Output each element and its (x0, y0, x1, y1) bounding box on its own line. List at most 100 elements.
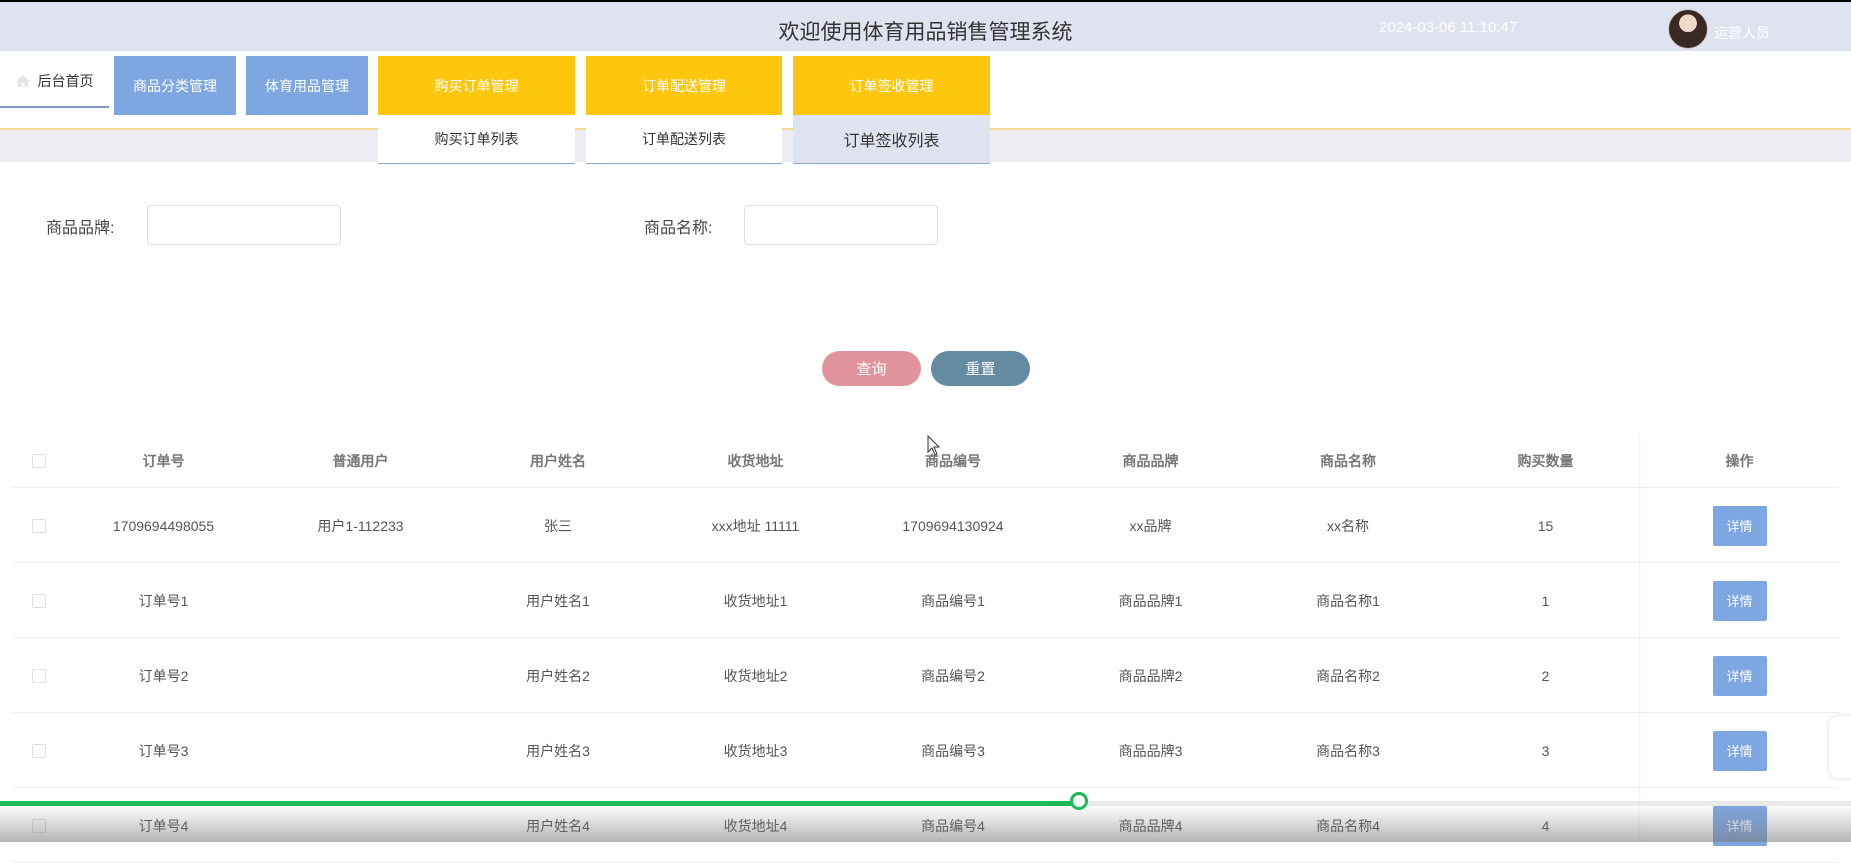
header-quantity: 购买数量 (1517, 453, 1574, 469)
col-actions: 详情 (1640, 638, 1839, 713)
col-product-no: 商品编号1 (921, 592, 985, 609)
col-quantity: 2 (1541, 667, 1550, 684)
col-product-no: 商品编号4 (921, 817, 985, 834)
col-user-name: 用户姓名2 (526, 667, 590, 684)
row-checkbox[interactable] (32, 818, 46, 833)
col-product-name: xx名称 (1327, 517, 1369, 534)
col-actions: 详情 (1640, 713, 1839, 788)
table-row: 订单号2 用户姓名2 收货地址2 商品编号2 商品品牌2 商品名称2 2 详情 (13, 638, 1839, 713)
col-brand: 商品品牌3 (1118, 742, 1183, 759)
col-actions: 详情 (1640, 788, 1839, 863)
current-datetime: 2024-03-06 11:10:47 (1379, 19, 1518, 36)
subnav-purchase-order-list[interactable]: 购买订单列表 (378, 115, 575, 164)
col-brand: xx品牌 (1129, 517, 1172, 534)
header-user-name: 用户姓名 (530, 453, 586, 469)
progress-bar[interactable] (0, 792, 1851, 810)
header-address: 收货地址 (727, 453, 784, 469)
progress-knob[interactable] (1070, 792, 1089, 810)
table-row: 1709694498055 用户1-112233 张三 xxx地址 11111 1709… (13, 488, 1839, 563)
select-all-cell (13, 434, 65, 488)
row-select-cell (13, 788, 65, 863)
col-quantity: 1 (1541, 592, 1550, 609)
header-product-no: 商品编号 (925, 453, 981, 469)
nav-receipt-management[interactable]: 订单签收管理 (793, 56, 990, 115)
col-product-no: 商品编号3 (921, 742, 985, 759)
header-product-name: 商品名称 (1320, 453, 1376, 469)
fixed-column-shadow (1639, 434, 1641, 842)
col-user (262, 563, 459, 638)
col-address: xxx地址 11111 (711, 517, 800, 534)
row-select-cell (13, 638, 65, 713)
detail-button[interactable]: 详情 (1712, 505, 1767, 546)
col-quantity: 15 (1537, 517, 1554, 534)
subnav-delivery-list[interactable]: 订单配送列表 (586, 115, 782, 164)
col-address: 收货地址4 (723, 817, 788, 834)
side-widget[interactable] (1829, 716, 1851, 778)
product-name-label: 商品名称: (644, 220, 713, 237)
table-header: 订单号 普通用户 用户姓名 收货地址 商品编号 商品品牌 商品名称 购买数量 操… (13, 434, 1839, 488)
mouse-cursor-icon (927, 435, 941, 456)
nav-sports-goods-management[interactable]: 体育用品管理 (246, 56, 368, 115)
table-row: 订单号1 用户姓名1 收货地址1 商品编号1 商品品牌1 商品名称1 1 详情 (13, 563, 1839, 638)
col-user-name: 用户姓名3 (526, 742, 590, 759)
col-product-no: 商品编号2 (921, 667, 985, 684)
row-checkbox[interactable] (32, 593, 46, 608)
col-brand: 商品品牌1 (1118, 592, 1183, 609)
col-order-no: 订单号1 (138, 592, 189, 609)
row-select-cell (13, 713, 65, 788)
col-product-name: 商品名称2 (1316, 667, 1380, 684)
detail-button[interactable]: 详情 (1712, 580, 1767, 621)
nav-delivery-management[interactable]: 订单配送管理 (586, 56, 782, 115)
col-user-name: 用户姓名1 (526, 592, 590, 609)
subnav-receipt-list[interactable]: 订单签收列表 (793, 115, 990, 164)
user-role[interactable]: 运营人员 (1714, 23, 1770, 43)
col-product-no: 1709694130924 (902, 517, 1004, 534)
col-order-no: 订单号2 (138, 667, 189, 684)
col-product-name: 商品名称4 (1316, 817, 1380, 834)
brand-input[interactable] (147, 205, 341, 245)
product-name-input[interactable] (744, 205, 938, 245)
col-actions: 详情 (1640, 563, 1839, 638)
col-user: 用户1-112233 (317, 517, 404, 534)
search-button[interactable]: 查询 (822, 351, 921, 386)
nav-purchase-order-management[interactable]: 购买订单管理 (378, 56, 575, 115)
row-select-cell (13, 563, 65, 638)
row-checkbox[interactable] (32, 668, 46, 683)
col-user (262, 713, 459, 788)
progress-fill (0, 801, 1080, 806)
reset-button[interactable]: 重置 (931, 351, 1030, 386)
detail-button[interactable]: 详情 (1712, 730, 1767, 771)
col-order-no: 1709694498055 (112, 517, 215, 534)
header-brand: 商品品牌 (1122, 453, 1179, 469)
col-address: 收货地址1 (723, 592, 788, 609)
detail-button[interactable]: 详情 (1712, 805, 1767, 846)
user-avatar[interactable] (1668, 9, 1708, 49)
home-icon (15, 75, 30, 87)
row-checkbox[interactable] (32, 743, 46, 758)
header-order-no: 订单号 (142, 453, 185, 469)
row-checkbox[interactable] (32, 518, 46, 533)
col-user (262, 788, 459, 863)
brand-label: 商品品牌: (46, 220, 115, 237)
col-user-name: 用户姓名4 (526, 817, 590, 834)
table-row: 订单号4 用户姓名4 收货地址4 商品编号4 商品品牌4 商品名称4 4 详情 (13, 788, 1839, 863)
row-select-cell (13, 488, 65, 563)
header-actions: 操作 (1725, 453, 1754, 469)
header-user: 普通用户 (332, 453, 389, 469)
select-all-checkbox[interactable] (32, 454, 46, 468)
col-product-name: 商品名称1 (1316, 592, 1380, 609)
detail-button[interactable]: 详情 (1712, 655, 1767, 696)
app-title: 欢迎使用体育用品销售管理系统 (778, 21, 1073, 44)
col-brand: 商品品牌2 (1118, 667, 1183, 684)
nav-home[interactable]: 后台首页 (0, 56, 109, 108)
col-order-no: 订单号4 (138, 817, 189, 834)
col-user (262, 638, 459, 713)
col-quantity: 3 (1541, 742, 1550, 759)
col-address: 收货地址2 (723, 667, 788, 684)
col-actions: 详情 (1640, 488, 1839, 563)
table-row: 订单号3 用户姓名3 收货地址3 商品编号3 商品品牌3 商品名称3 3 详情 (13, 713, 1839, 788)
col-user-name: 张三 (544, 517, 572, 534)
nav-category-management[interactable]: 商品分类管理 (114, 56, 236, 115)
col-quantity: 4 (1541, 817, 1550, 834)
col-address: 收货地址3 (723, 742, 788, 759)
